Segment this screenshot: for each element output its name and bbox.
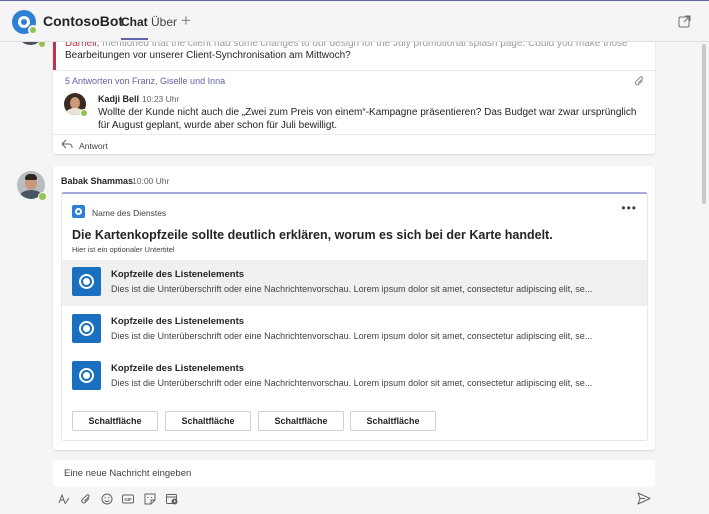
message-input[interactable] [53, 460, 655, 487]
app-name: ContosoBot [43, 13, 124, 29]
status-available-icon [80, 109, 88, 117]
thread-message: Darnell, mentioned that the client had s… [53, 30, 655, 154]
app-header: ContosoBot Chat Über + [0, 0, 709, 42]
reply-arrow-icon [61, 139, 73, 149]
list-item[interactable]: Kopfzeile des Listenelements Dies ist di… [62, 307, 647, 353]
replies-summary-bar: 5 Antworten von Franz, Giselle und Inna [53, 70, 655, 90]
card-action-button-3[interactable]: Schaltfläche [258, 411, 344, 431]
emoji-icon[interactable] [101, 493, 113, 505]
app-logo-icon [12, 10, 38, 35]
reply-text: Wollte der Kunde nicht auch die „Zwei zu… [98, 107, 637, 131]
card-title: Die Kartenkopfzeile sollte deutlich erkl… [72, 228, 553, 242]
popout-icon[interactable] [678, 15, 691, 28]
list-item-title: Kopfzeile des Listenelements [111, 316, 245, 327]
list-item-title: Kopfzeile des Listenelements [111, 269, 245, 280]
format-icon[interactable] [58, 493, 70, 505]
service-name: Name des Dienstes [92, 208, 167, 218]
list-item-icon [72, 314, 101, 343]
scrollbar[interactable] [702, 44, 706, 204]
message-author: Babak Shammas [61, 176, 134, 186]
message-text: Bearbeitungen vor unserer Client-Synchro… [65, 50, 351, 61]
attach-icon[interactable] [80, 493, 92, 505]
card-subtitle: Hier ist ein optionaler Untertitel [72, 245, 175, 254]
service-icon [72, 205, 85, 218]
status-available-icon [28, 25, 38, 35]
list-item[interactable]: Kopfzeile des Listenelements Dies ist di… [62, 260, 647, 306]
list-item-icon [72, 361, 101, 390]
card-action-button-2[interactable]: Schaltfläche [165, 411, 251, 431]
send-icon[interactable] [637, 492, 651, 505]
reply-label: Antwort [79, 141, 108, 151]
more-options-icon[interactable]: ••• [621, 202, 637, 214]
reply-author: Kadji Bell [98, 94, 140, 104]
attachment-icon [634, 76, 644, 86]
list-item[interactable]: Kopfzeile des Listenelements Dies ist di… [62, 354, 647, 400]
card-action-button-1[interactable]: Schaltfläche [72, 411, 158, 431]
list-item-subtitle: Dies ist die Unterüberschrift oder eine … [111, 331, 593, 341]
reply-message: Kadji Bell 10:23 Uhr Wollte der Kunde ni… [53, 90, 655, 131]
reply-timestamp: 10:23 Uhr [142, 94, 180, 104]
list-item-title: Kopfzeile des Listenelements [111, 363, 245, 374]
reply-button[interactable]: Antwort [53, 134, 655, 154]
adaptive-card: Name des Dienstes ••• Die Kartenkopfzeil… [61, 192, 648, 441]
card-action-button-4[interactable]: Schaltfläche [350, 411, 436, 431]
list-item-subtitle: Dies ist die Unterüberschrift oder eine … [111, 284, 593, 294]
gif-label: GIF [124, 497, 132, 502]
list-item-icon [72, 267, 101, 296]
gif-icon[interactable]: GIF [122, 493, 134, 505]
replies-link[interactable]: 5 Antworten von Franz, Giselle und Inna [65, 76, 225, 86]
status-available-icon [38, 192, 47, 201]
compose-box [53, 460, 655, 487]
list-item-subtitle: Dies ist die Unterüberschrift oder eine … [111, 378, 593, 388]
add-tab-icon[interactable]: + [181, 12, 191, 29]
sticker-icon[interactable] [144, 493, 156, 505]
tab-about[interactable]: Über [151, 15, 177, 29]
schedule-meeting-icon[interactable] [166, 493, 178, 505]
tab-chat[interactable]: Chat [121, 15, 148, 40]
bot-message: Babak Shammas 10:00 Uhr Name des Dienste… [53, 166, 655, 450]
message-timestamp: 10:00 Uhr [132, 176, 170, 186]
